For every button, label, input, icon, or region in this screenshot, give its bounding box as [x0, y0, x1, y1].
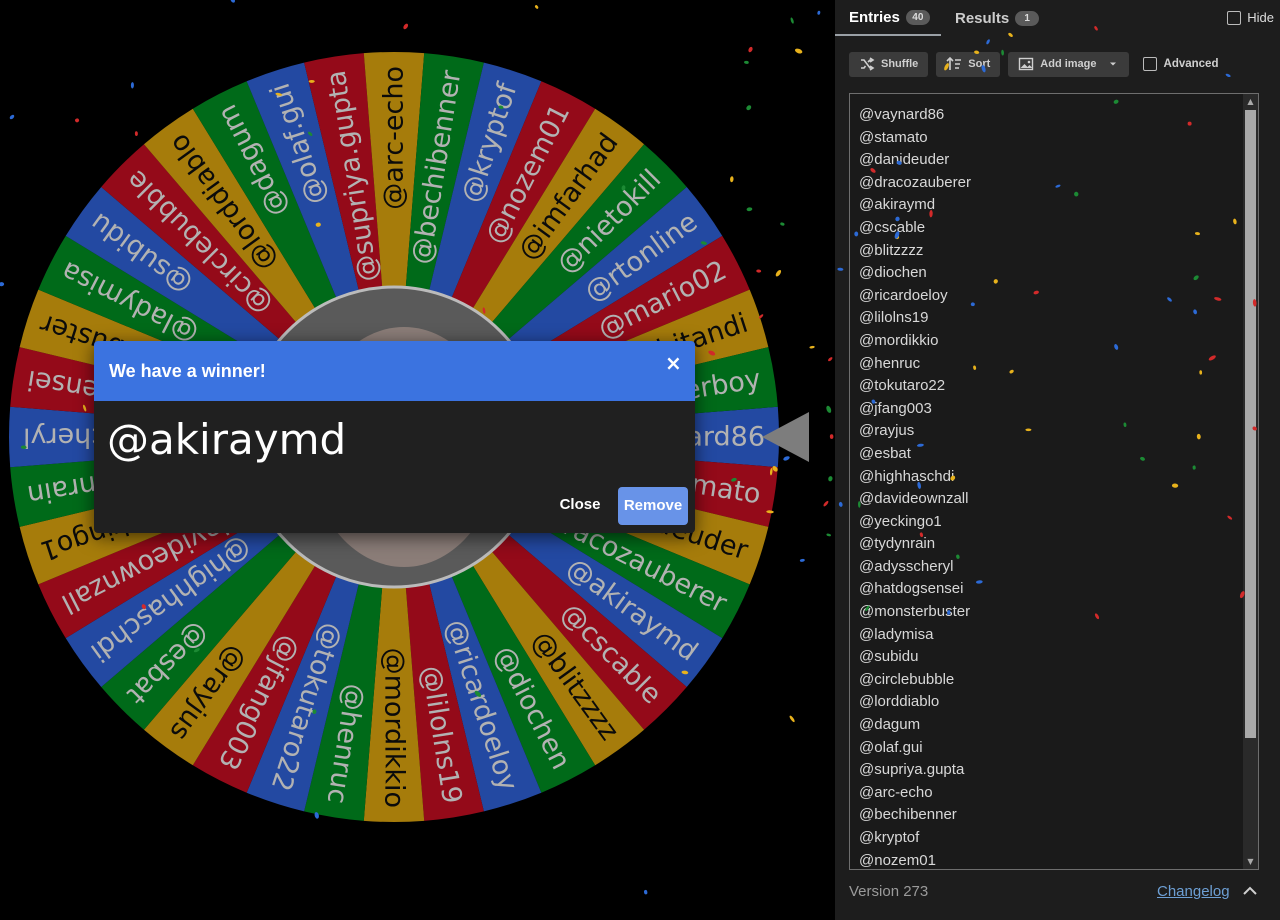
entry-item: @diochen [859, 264, 927, 282]
entries-count-badge: 40 [905, 9, 930, 25]
advanced-toggle[interactable]: Advanced [1142, 57, 1219, 71]
scroll-up-arrow-icon[interactable]: ▲ [1246, 97, 1255, 107]
dialog-header: We have a winner! × [94, 341, 695, 401]
entries-scrollbar[interactable]: ▲ ▼ [1243, 94, 1258, 869]
tab-results[interactable]: Results 1 [955, 0, 1045, 36]
tab-entries-label: Entries [849, 8, 900, 26]
version-text: Version 273 [849, 883, 929, 900]
results-count-badge: 1 [1015, 10, 1040, 26]
entry-item: @adysscheryl [859, 557, 954, 575]
winner-name: @akiraymd [107, 415, 347, 464]
shuffle-label: Shuffle [881, 58, 919, 70]
close-button[interactable]: Close [555, 492, 605, 518]
image-icon [1019, 57, 1034, 71]
entry-item: @monsterbuster [859, 603, 971, 621]
sidebar-tabs: Entries 40 Results 1 Hide [835, 0, 1280, 36]
entry-item: @tydynrain [859, 535, 936, 553]
entry-item: @ricardoeloy [859, 286, 948, 304]
shuffle-icon [861, 57, 875, 71]
entry-item: @dagum [859, 716, 921, 734]
caret-down-icon [1109, 62, 1116, 66]
changelog-link[interactable]: Changelog [1157, 883, 1230, 900]
entry-item: @ladymisa [859, 625, 934, 643]
chevron-up-icon[interactable] [1241, 882, 1259, 900]
entry-item: @hatdogsensei [859, 580, 964, 598]
add-image-button[interactable]: Add image [1008, 51, 1129, 77]
scroll-down-arrow-icon[interactable]: ▼ [1246, 857, 1255, 867]
hide-label: Hide [1247, 10, 1274, 25]
entry-item: @akiraymd [859, 196, 936, 214]
entry-item: @kryptof [859, 829, 920, 846]
entry-item: @blitzzzz [859, 241, 924, 259]
entries-toolbar: Shuffle Sort Add image Advanced [849, 51, 1218, 77]
entry-item: @yeckingo1 [859, 512, 942, 530]
entry-item: @jfang003 [859, 399, 932, 417]
entry-item: @rayjus [859, 422, 915, 440]
entry-item: @stamato [859, 128, 928, 146]
shuffle-button[interactable]: Shuffle [849, 51, 929, 77]
entry-item: @circlebubble [859, 670, 955, 688]
sort-label: Sort [968, 58, 991, 70]
advanced-label: Advanced [1163, 58, 1219, 70]
entry-item: @mordikkio [859, 331, 939, 349]
entry-item: @henruc [859, 354, 921, 372]
remove-button[interactable]: Remove [618, 487, 688, 525]
tab-results-label: Results [955, 9, 1010, 27]
entry-item: @vaynard86 [859, 106, 945, 123]
entry-item: @danideuder [859, 151, 950, 169]
entry-item: @highhaschdi [859, 467, 955, 485]
entry-item: @bechibenner [859, 806, 957, 824]
hide-toggle[interactable]: Hide [1227, 10, 1274, 25]
sort-button[interactable]: Sort [936, 51, 1001, 77]
dialog-title: We have a winner! [109, 361, 266, 381]
sidebar-footer: Version 273 Changelog [849, 880, 1269, 904]
entry-item: @arc-echo [859, 783, 933, 801]
close-icon[interactable]: × [665, 353, 682, 373]
entry-item: @subidu [859, 648, 919, 666]
entry-item: @cscable [859, 218, 926, 236]
add-image-label: Add image [1040, 58, 1097, 70]
entry-item: @esbat [859, 444, 911, 462]
entries-sidebar: Entries 40 Results 1 Hide Shuffle Sort A… [835, 0, 1280, 920]
sort-icon [946, 56, 962, 70]
entry-item: @davideownzall [859, 490, 969, 508]
scroll-thumb[interactable] [1245, 110, 1256, 738]
entry-item: @supriya.gupta [859, 761, 965, 779]
hide-checkbox[interactable] [1227, 10, 1242, 25]
advanced-checkbox[interactable] [1142, 57, 1157, 71]
tab-entries[interactable]: Entries 40 [835, 0, 941, 36]
entries-textarea[interactable]: @vaynard86 @stamato @danideuder @dracozaube… [849, 93, 1259, 870]
entry-item: @tokutaro22 [859, 377, 946, 395]
entry-item: @lorddiablo [859, 693, 940, 711]
entries-list: @vaynard86 @stamato @danideuder @dracozaube… [859, 104, 971, 869]
entry-item: @nozem01 [859, 851, 936, 869]
entry-item: @olaf.gui [859, 738, 923, 756]
entry-item: @lilolns19 [859, 309, 929, 327]
entry-item: @dracozauberer [859, 173, 971, 191]
winner-dialog: We have a winner! × @akiraymd Close Remo… [94, 341, 695, 533]
